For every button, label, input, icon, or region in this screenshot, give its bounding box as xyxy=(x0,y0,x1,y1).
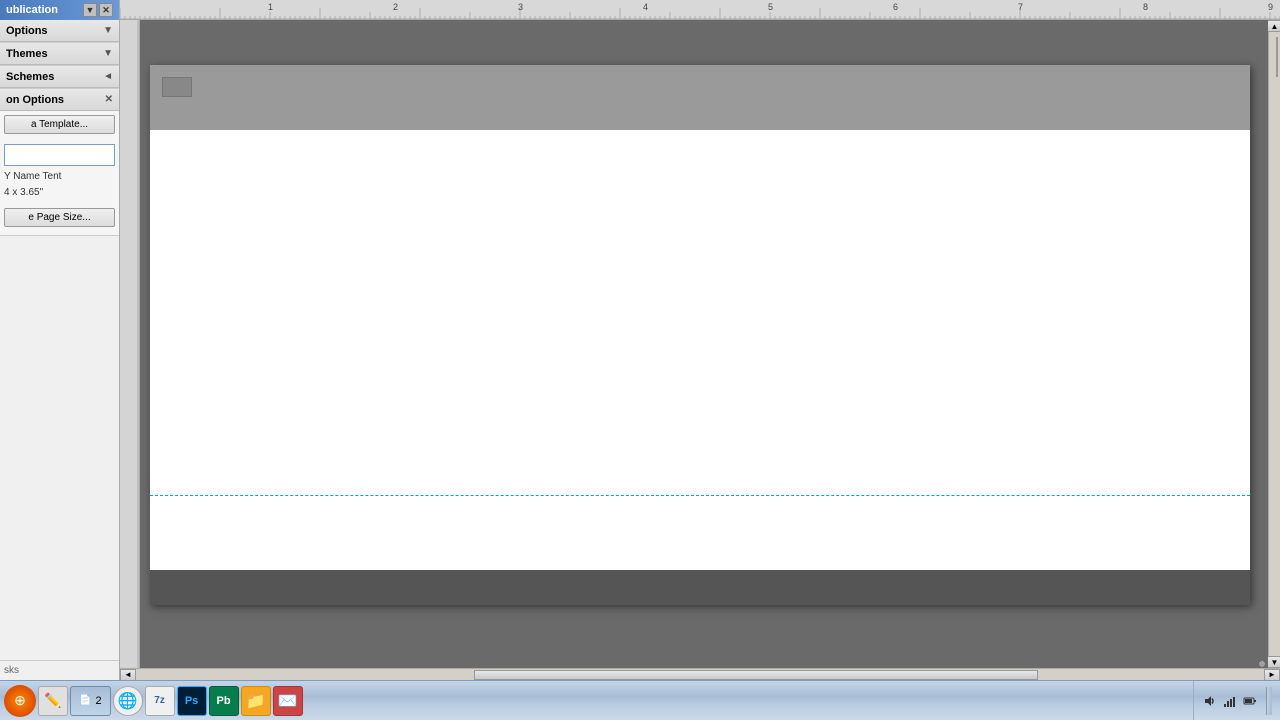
on-options-section: on Options ✕ a Template... Y Name Tent 4… xyxy=(0,89,119,236)
ruler-mark-9: 9 xyxy=(1268,2,1273,12)
on-options-content: a Template... Y Name Tent 4 x 3.65" e Pa… xyxy=(0,111,119,235)
product-size: 4 x 3.65" xyxy=(4,186,115,200)
options-expand-icon: ▼ xyxy=(103,25,113,36)
vscroll-up-btn[interactable]: ▲ xyxy=(1267,20,1280,32)
options-label: Options xyxy=(6,25,48,37)
page-size-button[interactable]: e Page Size... xyxy=(4,208,115,227)
hscroll-left-btn[interactable]: ◄ xyxy=(120,669,136,681)
7zip-icon-symbol: 7z xyxy=(154,695,165,706)
template-input[interactable] xyxy=(4,144,115,166)
template-button[interactable]: a Template... xyxy=(4,115,115,134)
main-area: // Inline ticks for ruler - will be gene… xyxy=(120,0,1280,680)
taskbar-icon-filemanager[interactable]: 📁 xyxy=(241,686,271,716)
canvas-wrapper: 0 1 2 3 4 xyxy=(120,20,1280,668)
ruler-mark-1: 1 xyxy=(268,2,273,12)
options-section: Options ▼ xyxy=(0,20,119,43)
on-options-label: on Options xyxy=(6,94,64,106)
on-options-expand-icon: ✕ xyxy=(105,94,113,105)
schemes-label: Schemes xyxy=(6,71,54,83)
panel-title-bar: ublication ▼ ✕ xyxy=(0,0,119,20)
header-icon xyxy=(162,77,192,97)
schemes-header[interactable]: Schemes ◄ xyxy=(0,66,119,88)
ruler-top-numbers: 1 2 3 4 5 6 7 8 9 xyxy=(120,2,1280,20)
active-item-icon: 📄 xyxy=(79,695,91,706)
mail-icon-symbol: ✉️ xyxy=(278,691,298,711)
ruler-mark-2: 2 xyxy=(393,2,398,12)
app-container: ublication ▼ ✕ Options ▼ Themes ▼ Scheme… xyxy=(0,0,1280,680)
ruler-mark-8: 8 xyxy=(1143,2,1148,12)
ruler-left-svg xyxy=(120,20,140,668)
taskbar-icon-photoshop[interactable]: Ps xyxy=(177,686,207,716)
hscroll-track xyxy=(136,670,1264,680)
taskbar-icon-chrome[interactable]: 🌐 xyxy=(113,686,143,716)
guide-line-2 xyxy=(150,495,1250,496)
ruler-left: 0 1 2 3 4 xyxy=(120,20,140,668)
show-desktop-btn[interactable] xyxy=(1266,687,1272,715)
v-scrollbar[interactable]: ▲ ▼ xyxy=(1268,20,1280,668)
folder-icon-symbol: 📁 xyxy=(246,691,266,711)
on-options-header[interactable]: on Options ✕ xyxy=(0,89,119,111)
left-panel: ublication ▼ ✕ Options ▼ Themes ▼ Scheme… xyxy=(0,0,120,680)
tray-battery-icon[interactable] xyxy=(1242,693,1258,709)
hscroll-right-btn[interactable]: ► xyxy=(1264,669,1280,681)
h-scrollbar: ◄ ► xyxy=(120,668,1280,680)
taskbar-active-item[interactable]: 📄 2 xyxy=(70,686,111,716)
panel-title-controls: ▼ ✕ xyxy=(83,3,113,17)
themes-header[interactable]: Themes ▼ xyxy=(0,43,119,65)
taskbar-icon-pen[interactable]: ✏️ xyxy=(38,686,68,716)
pen-icon-symbol: ✏️ xyxy=(44,692,61,709)
ruler-mark-5: 5 xyxy=(768,2,773,12)
ruler-mark-6: 6 xyxy=(893,2,898,12)
tray-network-icon[interactable] xyxy=(1222,693,1238,709)
coord-icon: ⊕ xyxy=(1259,659,1265,670)
taskbar-icon-7zip[interactable]: 7z xyxy=(145,686,175,716)
tray-speaker-icon[interactable] xyxy=(1202,693,1218,709)
start-icon-symbol: ⊕ xyxy=(14,692,26,709)
taskbar: ⊕ ✏️ 📄 2 🌐 7z Ps Pb 📁 xyxy=(0,680,1280,720)
canvas-area[interactable] xyxy=(140,20,1268,668)
panel-title: ublication xyxy=(6,4,58,16)
themes-section: Themes ▼ xyxy=(0,43,119,66)
document-page xyxy=(150,65,1250,605)
vscroll-down-btn[interactable]: ▼ xyxy=(1267,656,1280,668)
themes-label: Themes xyxy=(6,48,48,60)
ruler-top: // Inline ticks for ruler - will be gene… xyxy=(120,0,1280,20)
active-item-label: 2 xyxy=(95,695,101,707)
page-footer-band xyxy=(150,570,1250,605)
options-header[interactable]: Options ▼ xyxy=(0,20,119,42)
ruler-mark-7: 7 xyxy=(1018,2,1023,12)
themes-expand-icon: ▼ xyxy=(103,48,113,59)
coord-display: ⊕ xyxy=(1259,659,1265,670)
ps-icon-symbol: Ps xyxy=(185,695,198,707)
page-header-band xyxy=(150,65,1250,130)
pub-icon-symbol: Pb xyxy=(217,695,231,707)
product-name: Y Name Tent xyxy=(4,170,115,184)
hscroll-thumb[interactable] xyxy=(474,670,1038,680)
vscroll-thumb[interactable] xyxy=(1276,37,1278,77)
taskbar-tray xyxy=(1193,681,1280,720)
taskbar-app-items: ⊕ ✏️ 📄 2 🌐 7z Ps Pb 📁 xyxy=(0,685,1193,717)
page-content-area xyxy=(150,131,1250,501)
panel-footer: sks xyxy=(0,660,119,680)
footer-text: sks xyxy=(4,665,19,676)
taskbar-icon-start[interactable]: ⊕ xyxy=(4,685,36,717)
taskbar-icon-publisher[interactable]: Pb xyxy=(209,686,239,716)
taskbar-icon-mail[interactable]: ✉️ xyxy=(273,686,303,716)
ruler-mark-3: 3 xyxy=(518,2,523,12)
chrome-icon-symbol: 🌐 xyxy=(118,691,138,711)
panel-close-btn[interactable]: ✕ xyxy=(99,3,113,17)
panel-minimize-btn[interactable]: ▼ xyxy=(83,3,97,17)
schemes-expand-icon: ◄ xyxy=(103,71,113,82)
schemes-section: Schemes ◄ xyxy=(0,66,119,89)
ruler-mark-4: 4 xyxy=(643,2,648,12)
